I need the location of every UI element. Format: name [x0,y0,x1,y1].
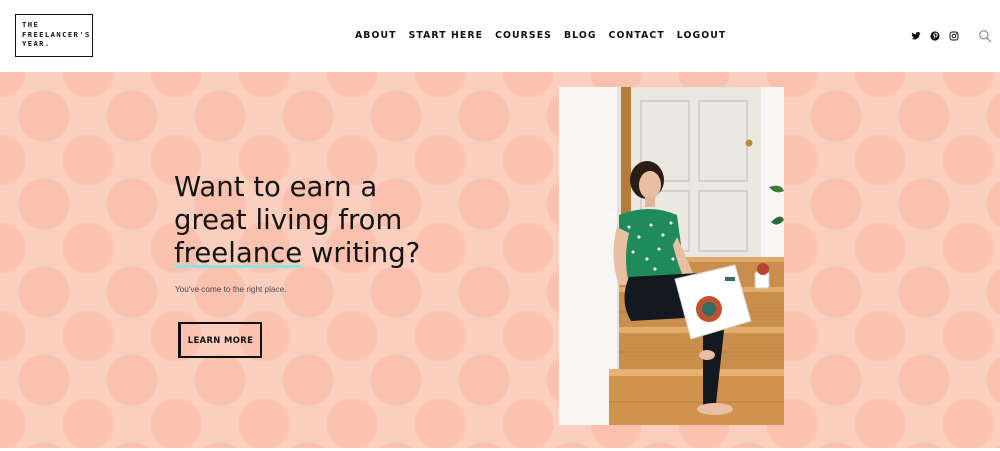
nav-item-about[interactable]: ABOUT [355,30,397,41]
site-header: THE FREELANCER'S YEAR. ABOUT START HERE … [0,0,1000,72]
site-logo[interactable]: THE FREELANCER'S YEAR. [15,14,93,57]
hero-subtitle: You've come to the right place. [175,285,287,294]
search-icon[interactable] [978,29,992,43]
logo-line-2: FREELANCER'S [22,29,91,39]
nav-item-courses[interactable]: COURSES [495,30,552,41]
logo-line-3: YEAR. [22,39,51,48]
headline-line-3: freelance writing? [174,237,474,270]
nav-item-logout[interactable]: LOGOUT [677,30,727,41]
pinterest-icon[interactable] [930,31,940,41]
main-nav: ABOUT START HERE COURSES BLOG CONTACT LO… [355,30,738,41]
headline-line-2: great living from [174,204,403,236]
headline-line-1: Want to earn a [174,171,378,203]
hero-headline: Want to earn a great living from freelan… [174,171,474,270]
learn-more-button[interactable]: LEARN MORE [178,322,262,358]
photo-door-knob [745,139,753,147]
headline-line-3-rest: writing? [302,237,421,269]
hero-photo [559,87,784,425]
nav-item-start-here[interactable]: START HERE [409,30,483,41]
photo-person-face [639,171,661,199]
hero-section: Want to earn a great living from freelan… [0,72,1000,448]
twitter-icon[interactable] [911,31,921,41]
instagram-icon[interactable] [949,31,959,41]
headline-highlight-word: freelance [174,237,303,269]
nav-item-contact[interactable]: CONTACT [609,30,665,41]
nav-item-blog[interactable]: BLOG [564,30,597,41]
logo-line-1: THE [22,20,40,29]
